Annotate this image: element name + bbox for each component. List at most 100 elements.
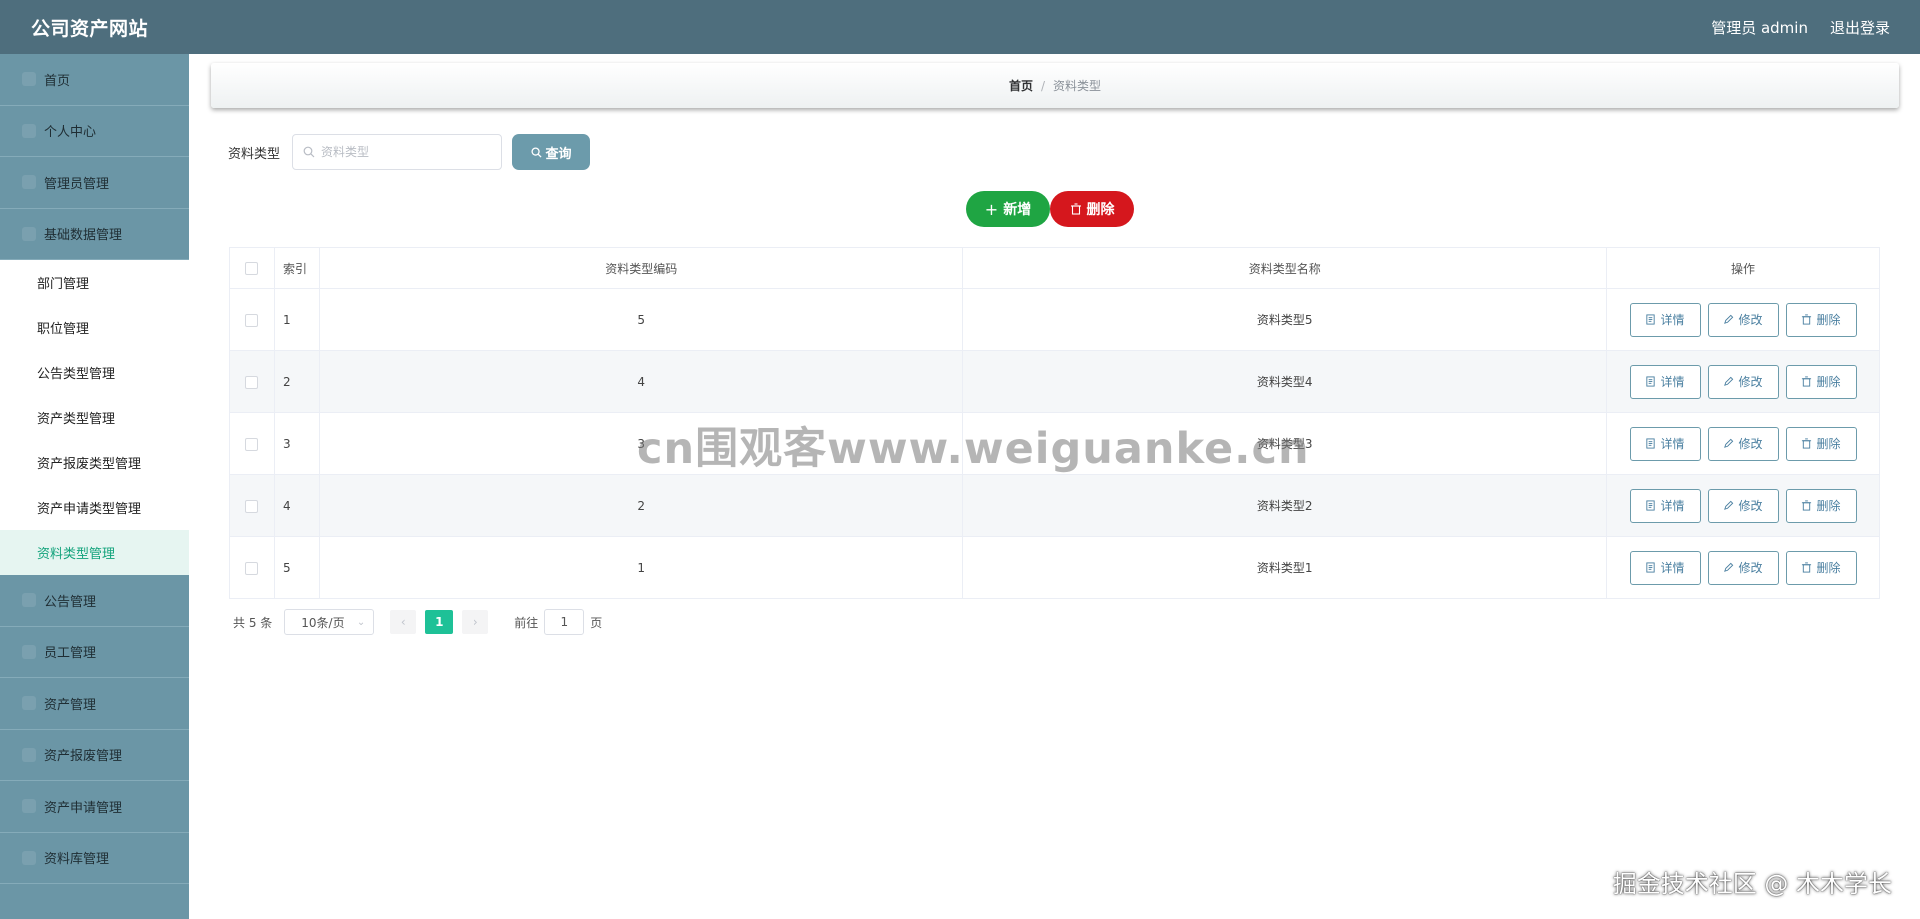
detail-label: 详情 [1660,499,1685,513]
header-actions: 操作 [1606,247,1880,289]
row-actions: 详情 修改 删除 [1607,488,1879,523]
detail-button[interactable]: 详情 [1629,488,1701,523]
header-name: 资料类型名称 [962,247,1607,289]
search-field[interactable] [292,134,503,170]
search-icon [303,146,315,158]
table-header-row: 索引 资料类型编码 资料类型名称 操作 [229,247,1880,289]
row-actions-cell: 详情 修改 删除 [1606,536,1880,599]
edit-button[interactable]: 修改 [1707,302,1779,337]
row-delete-button[interactable]: 删除 [1785,364,1857,399]
edit-button[interactable]: 修改 [1707,488,1779,523]
row-checkbox[interactable] [245,561,259,575]
add-button[interactable]: + 新增 [966,191,1050,227]
row-checkbox[interactable] [245,437,259,451]
database-icon [22,226,36,241]
sidebar-item-personal-center[interactable]: 个人中心 [0,106,189,157]
batch-delete-button[interactable]: 删除 [1050,191,1134,227]
delete-label: 删除 [1816,437,1841,451]
query-button[interactable]: 查询 [512,134,591,170]
submenu-item-position[interactable]: 职位管理 [0,305,189,350]
sidebar-item-label: 基础数据管理 [44,228,123,244]
table-row: 2 4 资料类型4 详情 修改 删除 [229,350,1880,413]
sidebar-item-assets[interactable]: 资产管理 [0,678,189,730]
sidebar: 首页 个人中心 管理员管理 基础数据管理 部门管理 职位管理 公告类型管理 资产… [0,54,189,919]
row-checkbox[interactable] [245,375,259,389]
breadcrumb-home[interactable]: 首页 [1009,77,1033,94]
edit-button[interactable]: 修改 [1707,550,1779,585]
submenu-item-department[interactable]: 部门管理 [0,260,189,305]
submenu-item-material-type[interactable]: 资料类型管理 [0,530,189,575]
row-actions: 详情 修改 删除 [1607,302,1879,337]
submenu-item-notice-type[interactable]: 公告类型管理 [0,350,189,395]
detail-button[interactable]: 详情 [1629,302,1701,337]
next-page-button[interactable]: › [462,610,489,634]
select-all-checkbox[interactable] [245,262,259,275]
edit-label: 修改 [1738,499,1763,513]
sidebar-item-asset-apply[interactable]: 资产申请管理 [0,781,189,833]
edit-button[interactable]: 修改 [1707,364,1779,399]
add-button-label: 新增 [1003,202,1032,218]
row-name: 资料类型1 [962,536,1607,599]
goto-page-input[interactable] [544,609,585,635]
document-icon [1645,438,1656,449]
table-row: 5 1 资料类型1 详情 修改 删除 [229,536,1880,599]
trash-icon [1070,203,1081,215]
row-actions-cell: 详情 修改 删除 [1606,350,1880,413]
row-delete-button[interactable]: 删除 [1785,426,1857,461]
apply-icon [22,799,36,814]
row-checkbox[interactable] [245,313,259,327]
row-select-cell [229,288,275,351]
select-all-cell [229,247,275,289]
page-size-select[interactable]: 10条/页 ⌄ [284,609,375,635]
delete-label: 删除 [1816,561,1841,575]
scrap-icon [22,747,36,762]
detail-button[interactable]: 详情 [1629,426,1701,461]
header-code: 资料类型编码 [318,247,964,289]
chevron-right-icon: › [472,615,478,629]
main-content: 首页 / 资料类型 资料类型 查询 + 新增 [189,54,1920,919]
row-delete-button[interactable]: 删除 [1785,302,1857,337]
row-actions-cell: 详情 修改 删除 [1606,288,1880,351]
row-name: 资料类型5 [962,288,1607,351]
sidebar-item-home[interactable]: 首页 [0,54,189,106]
logout-button[interactable]: 退出登录 [1830,17,1890,38]
sidebar-item-basic-data[interactable]: 基础数据管理 [0,209,189,260]
submenu-item-asset-type[interactable]: 资产类型管理 [0,395,189,440]
library-icon [22,850,36,865]
document-icon [1645,500,1656,511]
page-size-value: 10条/页 [301,615,345,630]
edit-button[interactable]: 修改 [1707,426,1779,461]
row-delete-button[interactable]: 删除 [1785,488,1857,523]
table-row: 1 5 资料类型5 详情 修改 删除 [229,288,1880,351]
detail-button[interactable]: 详情 [1629,550,1701,585]
row-checkbox[interactable] [245,499,259,513]
submenu-item-asset-apply-type[interactable]: 资产申请类型管理 [0,485,189,530]
edit-icon [1723,314,1734,325]
table-row: 3 3 资料类型3 详情 修改 删除 [229,412,1880,475]
row-code: 3 [318,412,964,475]
detail-button[interactable]: 详情 [1629,364,1701,399]
delete-label: 删除 [1816,499,1841,513]
search-input[interactable] [321,145,492,159]
row-code: 5 [318,288,964,351]
prev-page-button[interactable]: ‹ [390,610,417,634]
page-number-1[interactable]: 1 [425,610,454,634]
table-row: 4 2 资料类型2 详情 修改 删除 [229,474,1880,537]
row-delete-button[interactable]: 删除 [1785,550,1857,585]
row-code: 2 [318,474,964,537]
sidebar-item-employees[interactable]: 员工管理 [0,627,189,678]
trash-icon [1801,438,1812,449]
submenu-item-asset-scrap-type[interactable]: 资产报废类型管理 [0,440,189,485]
sidebar-item-material-library[interactable]: 资料库管理 [0,833,189,884]
sidebar-item-notices[interactable]: 公告管理 [0,575,189,627]
delete-label: 删除 [1816,375,1841,389]
app-title: 公司资产网站 [31,17,149,40]
top-header: 公司资产网站 管理员 admin 退出登录 [0,0,1920,54]
admin-user-label[interactable]: 管理员 admin [1711,17,1808,38]
edit-icon [1723,500,1734,511]
edit-icon [1723,376,1734,387]
user-icon [22,123,36,138]
document-icon [1645,562,1656,573]
sidebar-item-admin-management[interactable]: 管理员管理 [0,157,189,209]
sidebar-item-asset-scrap[interactable]: 资产报废管理 [0,730,189,781]
